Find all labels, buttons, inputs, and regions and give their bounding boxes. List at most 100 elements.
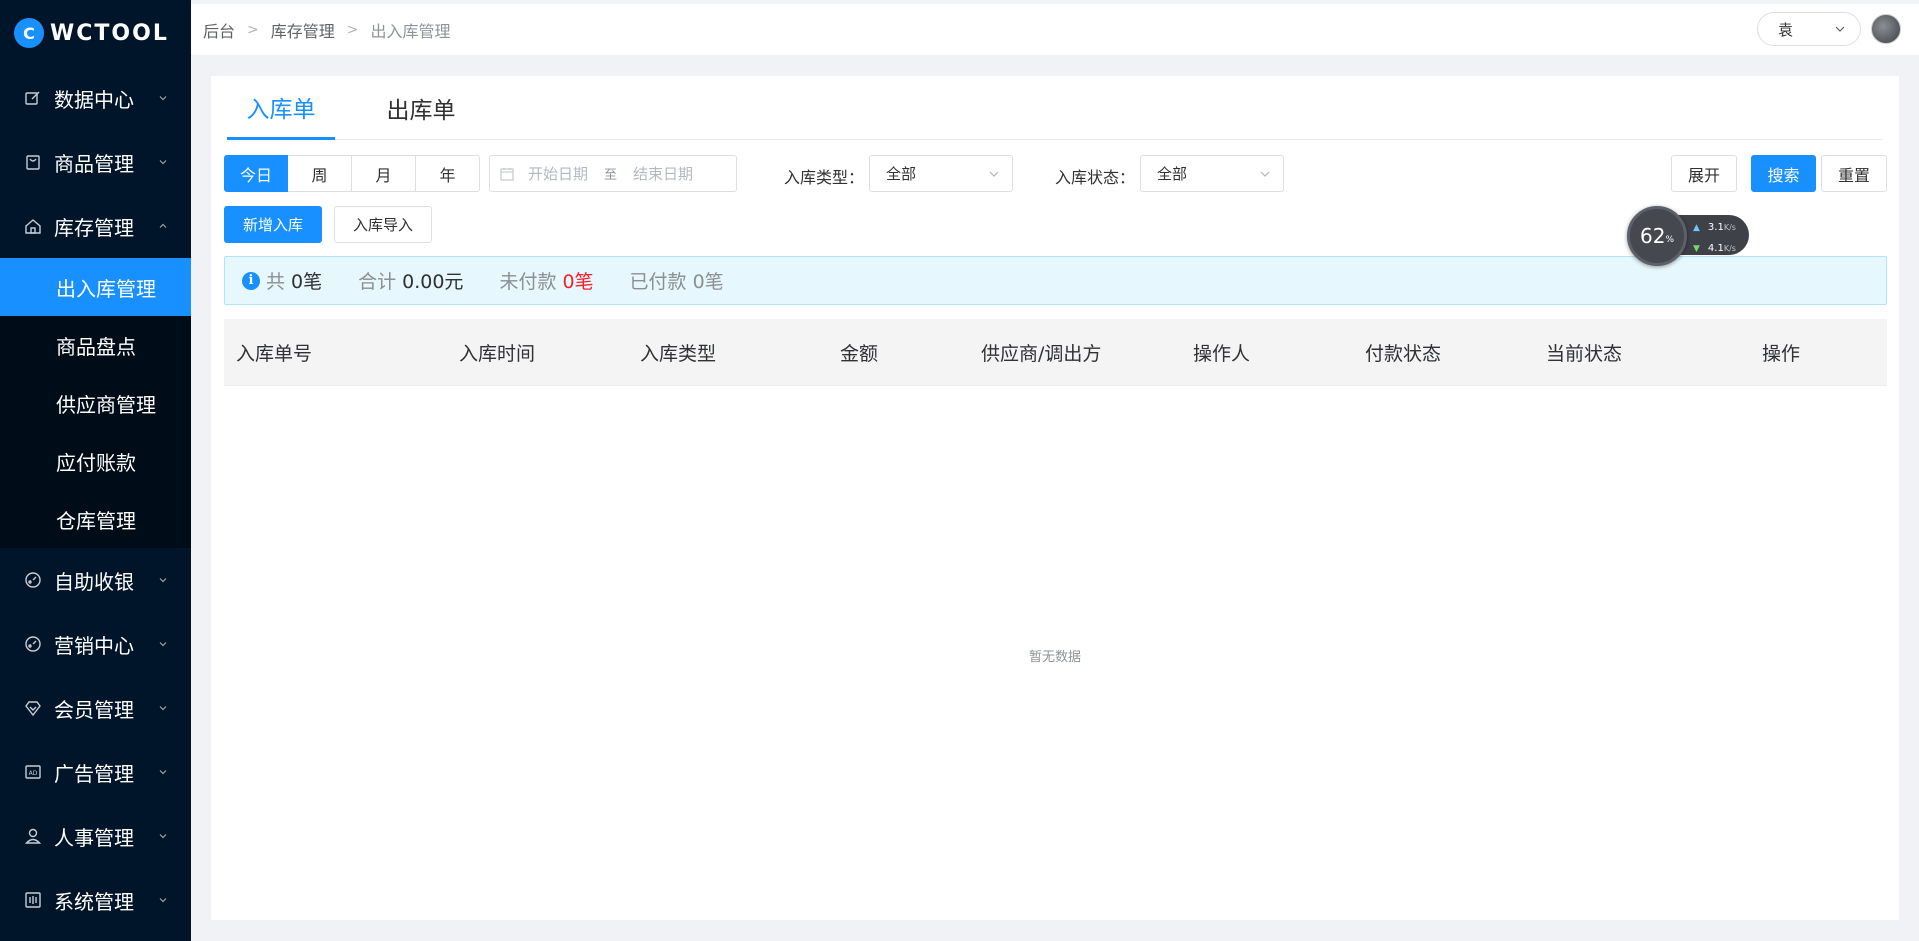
info-icon: i: [242, 271, 260, 290]
chevron-down-icon: [157, 702, 169, 714]
summary-unpaid: 未付款 0笔: [499, 267, 593, 294]
chevron-down-icon: [157, 574, 169, 586]
sidebar-item-hr[interactable]: 人事管理: [0, 804, 191, 868]
logo-icon: C: [14, 18, 44, 48]
sidebar-menu-lower: 自助收银 营销中心 会员管理 AD 广告管理 人事管理 系统管理: [0, 548, 191, 932]
chevron-down-icon: [157, 830, 169, 842]
sidebar-item-label: 自助收银: [54, 569, 134, 594]
import-inbound-button[interactable]: 入库导入: [334, 206, 432, 243]
filter-bar: 今日 周 月 年 开始日期 至 结束日期 入库类型： 全部 入库状态： 全部 展…: [224, 155, 1887, 193]
sidebar-item-warehouses[interactable]: 仓库管理: [0, 490, 191, 548]
reset-button[interactable]: 重置: [1821, 155, 1887, 192]
sidebar-item-marketing[interactable]: 营销中心: [0, 612, 191, 676]
upload-speed-value: 3.1: [1707, 222, 1724, 233]
diamond-icon: [24, 699, 42, 717]
column-header[interactable]: 付款状态: [1365, 319, 1441, 386]
breadcrumb-item[interactable]: 后台: [203, 18, 235, 42]
status-select[interactable]: 全部: [1140, 155, 1284, 192]
summary-total-label: 共: [266, 271, 286, 293]
chevron-right-icon: >: [247, 21, 259, 38]
main-card: 入库单 出库单 今日 周 月 年 开始日期 至 结束日期 入库类型： 全部 入库…: [211, 76, 1899, 920]
gauge-percent: 62: [1639, 224, 1666, 248]
summary-paid: 已付款 0笔: [630, 267, 724, 294]
period-segment: 今日 周 月 年: [224, 155, 480, 192]
summary-unpaid-label: 未付款: [499, 271, 557, 293]
ad-icon: AD: [24, 763, 42, 781]
gauge-icon: [24, 571, 42, 589]
summary-unpaid-value: 0笔: [562, 271, 594, 293]
tab-inbound[interactable]: 入库单: [227, 76, 335, 140]
chevron-down-icon: [988, 168, 1000, 180]
period-week-button[interactable]: 周: [288, 155, 352, 192]
speed-widget[interactable]: 62% ▲ 3.1K/s ▼ 4.1K/s: [1627, 206, 1749, 266]
cpu-gauge: 62%: [1627, 206, 1687, 266]
date-start-input[interactable]: 开始日期: [528, 163, 588, 184]
search-button[interactable]: 搜索: [1751, 155, 1816, 192]
speed-unit: K/s: [1723, 244, 1736, 253]
column-header[interactable]: 入库单号: [236, 319, 312, 386]
chevron-up-icon: [157, 220, 169, 232]
user-dropdown[interactable]: 袁: [1757, 12, 1861, 46]
top-header: 后台 > 库存管理 > 出入库管理 袁: [191, 4, 1919, 56]
summary-paid-value: 0笔: [692, 271, 724, 293]
chevron-right-icon: >: [346, 21, 359, 38]
period-month-button[interactable]: 月: [352, 155, 416, 192]
sidebar-item-label: 广告管理: [54, 761, 134, 786]
sidebar-item-data-center[interactable]: 数据中心: [0, 66, 191, 130]
sidebar-item-inventory[interactable]: 库存管理: [0, 194, 191, 258]
type-select[interactable]: 全部: [869, 155, 1013, 192]
upload-speed: ▲ 3.1K/s: [1693, 222, 1736, 233]
sidebar-item-self-checkout[interactable]: 自助收银: [0, 548, 191, 612]
sidebar-item-system[interactable]: 系统管理: [0, 868, 191, 932]
column-header[interactable]: 入库类型: [640, 319, 716, 386]
column-header[interactable]: 操作: [1762, 319, 1800, 386]
date-end-input[interactable]: 结束日期: [633, 163, 693, 184]
summary-sum: 合计 0.00元: [358, 267, 463, 294]
sidebar-item-products[interactable]: 商品管理: [0, 130, 191, 194]
breadcrumb: 后台 > 库存管理 > 出入库管理: [203, 18, 451, 42]
tab-outbound[interactable]: 出库单: [335, 76, 507, 140]
breadcrumb-current: 出入库管理: [370, 21, 451, 41]
header-right: 袁: [1757, 12, 1901, 46]
date-range-picker[interactable]: 开始日期 至 结束日期: [489, 155, 737, 192]
sidebar-menu: 数据中心 商品管理 库存管理: [0, 66, 191, 258]
period-today-button[interactable]: 今日: [224, 155, 288, 192]
bag-icon: [24, 153, 42, 171]
home-icon: [24, 217, 42, 235]
calendar-icon: [500, 167, 514, 181]
column-header[interactable]: 金额: [840, 319, 878, 386]
user-icon: [24, 827, 42, 845]
avatar[interactable]: [1871, 14, 1901, 44]
chevron-down-icon: [1834, 23, 1846, 35]
add-inbound-button[interactable]: 新增入库: [224, 206, 322, 243]
sidebar-item-suppliers[interactable]: 供应商管理: [0, 374, 191, 432]
column-header[interactable]: 供应商/调出方: [981, 319, 1101, 386]
sidebar-item-label: 会员管理: [54, 697, 134, 722]
gauge-icon: [24, 635, 42, 653]
sidebar-item-stock-io[interactable]: 出入库管理: [0, 258, 191, 316]
date-range-separator: 至: [604, 168, 618, 183]
column-header[interactable]: 入库时间: [459, 319, 535, 386]
sidebar-item-stocktake[interactable]: 商品盘点: [0, 316, 191, 374]
period-year-button[interactable]: 年: [416, 155, 480, 192]
chevron-down-icon: [157, 638, 169, 650]
download-speed-value: 4.1: [1707, 243, 1724, 254]
logo-text: WCTOOL: [50, 20, 169, 46]
edit-icon: [24, 89, 42, 107]
breadcrumb-item[interactable]: 库存管理: [271, 18, 335, 42]
sidebar-item-label: 系统管理: [54, 889, 134, 914]
sidebar-item-label: 人事管理: [54, 825, 134, 850]
sidebar-item-members[interactable]: 会员管理: [0, 676, 191, 740]
arrow-down-icon: ▼: [1693, 243, 1700, 254]
expand-button[interactable]: 展开: [1671, 155, 1737, 192]
logo[interactable]: C WCTOOL: [0, 0, 191, 66]
column-header[interactable]: 当前状态: [1546, 319, 1622, 386]
svg-text:AD: AD: [29, 770, 38, 777]
type-select-value: 全部: [886, 165, 917, 183]
summary-sum-value: 0.00元: [402, 271, 464, 293]
column-header[interactable]: 操作人: [1193, 319, 1250, 386]
sidebar-item-payables[interactable]: 应付账款: [0, 432, 191, 490]
sidebar-item-label: 商品管理: [54, 151, 134, 176]
sidebar-item-ads[interactable]: AD 广告管理: [0, 740, 191, 804]
table-header: 入库单号 入库时间 入库类型 金额 供应商/调出方 操作人 付款状态 当前状态 …: [224, 319, 1887, 386]
